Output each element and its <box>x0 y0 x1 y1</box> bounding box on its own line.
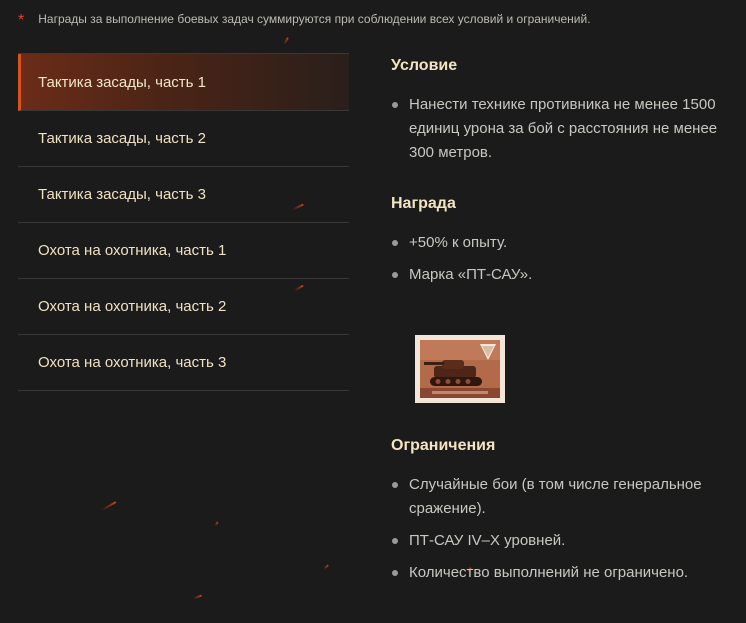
ember-decoration <box>192 594 203 600</box>
condition-list: Нанести технике противника не менее 1500… <box>391 93 731 165</box>
restriction-item: Количество выполнений не ограничено. <box>391 561 731 585</box>
tab-label: Тактика засады, часть 1 <box>38 73 206 91</box>
tab-label: Охота на охотника, часть 2 <box>38 298 227 315</box>
asterisk-marker: * <box>18 12 25 29</box>
tab-label: Тактика засады, часть 3 <box>38 186 206 203</box>
tab-ambush-tactics-1[interactable]: Тактика засады, часть 1 <box>18 54 349 111</box>
restrictions-title: Ограничения <box>391 437 496 454</box>
tab-label: Охота на охотника, часть 1 <box>38 242 227 259</box>
tab-ambush-tactics-3[interactable]: Тактика засады, часть 3 <box>18 167 349 223</box>
ember-decoration <box>323 564 329 570</box>
mission-details: Условие Нанести технике противника не ме… <box>391 53 731 585</box>
tab-label: Тактика засады, часть 2 <box>38 130 206 147</box>
ember-decoration <box>101 501 117 511</box>
restriction-item: Случайные бои (в том числе генеральное с… <box>391 473 731 521</box>
rewards-note: * Награды за выполнение боевых задач сумм… <box>18 12 591 30</box>
restrictions-list: Случайные бои (в том числе генеральное с… <box>391 473 731 585</box>
mission-tabs: Тактика засады, часть 1 Тактика засады, … <box>18 53 349 391</box>
reward-item: Марка «ПТ-САУ». <box>391 263 731 287</box>
td-tank-stamp-icon <box>415 335 505 403</box>
condition-title: Условие <box>391 57 458 74</box>
restriction-item: ПТ-САУ IV–X уровней. <box>391 529 731 553</box>
tab-hunter-hunt-3[interactable]: Охота на охотника, часть 3 <box>18 335 349 391</box>
rewards-note-text: Награды за выполнение боевых задач сумми… <box>38 12 591 26</box>
ember-decoration <box>214 521 219 527</box>
tab-hunter-hunt-2[interactable]: Охота на охотника, часть 2 <box>18 279 349 335</box>
tab-hunter-hunt-1[interactable]: Охота на охотника, часть 1 <box>18 223 349 279</box>
reward-item: +50% к опыту. <box>391 231 731 255</box>
tab-label: Охота на охотника, часть 3 <box>38 354 227 371</box>
condition-item: Нанести технике противника не менее 1500… <box>391 93 731 165</box>
ember-decoration <box>283 37 289 45</box>
reward-list: +50% к опыту. Марка «ПТ-САУ». <box>391 231 731 287</box>
reward-title: Награда <box>391 195 456 212</box>
tab-ambush-tactics-2[interactable]: Тактика засады, часть 2 <box>18 111 349 167</box>
